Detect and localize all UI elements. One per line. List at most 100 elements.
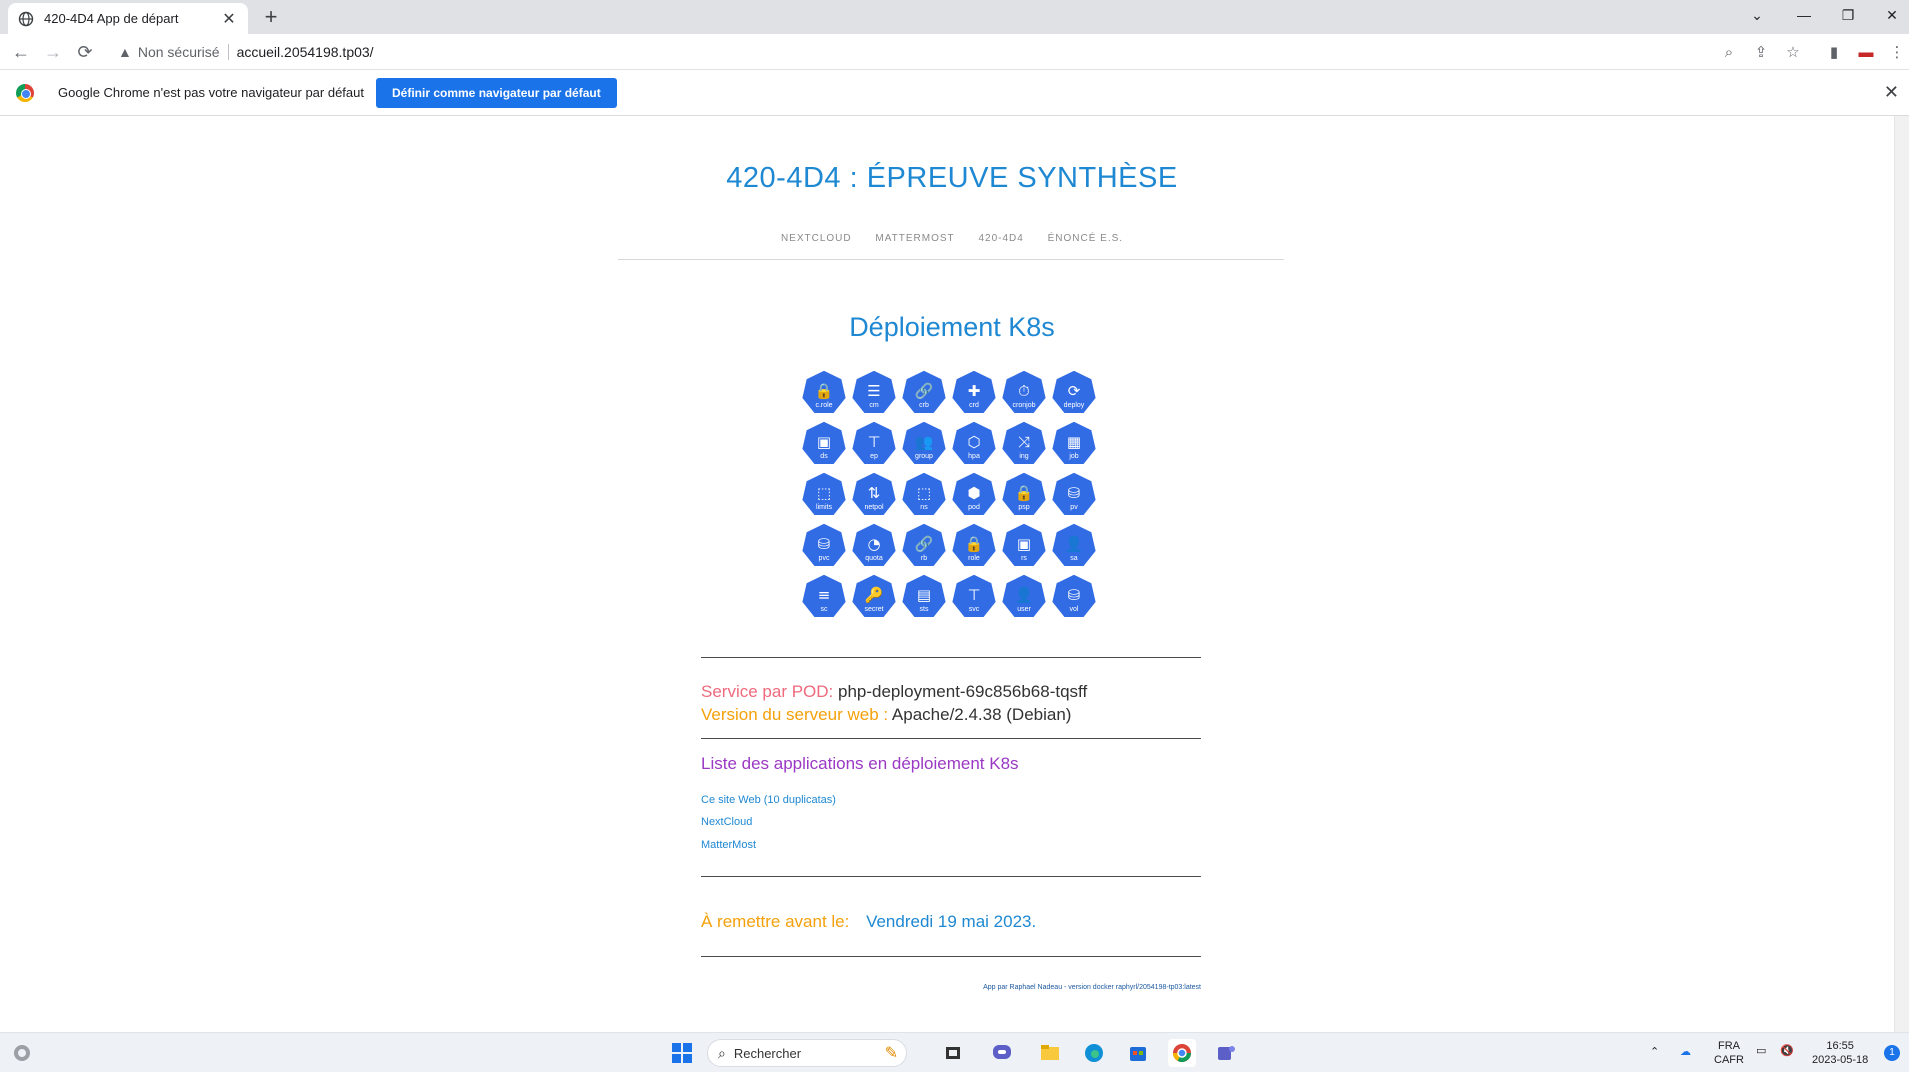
tab-search-icon[interactable]: ⌄: [1735, 0, 1779, 30]
menu-kebab-icon[interactable]: ⋮: [1887, 42, 1907, 62]
k8s-svc-icon: ⊤ svc: [950, 572, 998, 620]
app-link-nextcloud[interactable]: NextCloud: [701, 816, 752, 828]
nav-link-enonce[interactable]: ÉNONCÉ E.S.: [1048, 233, 1123, 244]
share-icon[interactable]: ⇪: [1751, 42, 1771, 62]
store-icon[interactable]: [1124, 1039, 1152, 1067]
k8s-icon-label: ns: [920, 504, 928, 511]
svg-text:⟳: ⟳: [1068, 382, 1081, 400]
k8s-crd-icon: ✚ crd: [950, 368, 998, 416]
teams-icon[interactable]: [1212, 1039, 1240, 1067]
forward-icon[interactable]: →: [40, 39, 66, 65]
nav-link-420-4d4[interactable]: 420-4D4: [978, 233, 1023, 244]
language-indicator[interactable]: FRA CAFR: [1714, 1039, 1744, 1067]
svg-text:⊤: ⊤: [967, 586, 980, 604]
k8s-icon-label: sts: [919, 606, 929, 613]
k8s-icon-label: c.role: [815, 402, 833, 409]
security-status[interactable]: Non sécurisé: [138, 44, 220, 60]
pod-info: Service par POD: php-deployment-69c856b6…: [701, 682, 1087, 702]
k8s-pod-icon: ⬢ pod: [950, 470, 998, 518]
page-scrollbar[interactable]: [1894, 116, 1909, 1032]
widgets-icon[interactable]: [8, 1039, 36, 1067]
edge-icon[interactable]: [1080, 1039, 1108, 1067]
footer-credit[interactable]: App par Raphael Nadeau - version docker …: [701, 984, 1201, 991]
svg-text:⛁: ⛁: [818, 535, 831, 553]
k8s-c-role-icon: 🔒 c.role: [800, 368, 848, 416]
file-explorer-icon[interactable]: [1036, 1039, 1064, 1067]
set-default-browser-button[interactable]: Définir comme navigateur par défaut: [376, 77, 617, 108]
k8s-icon-label: pod: [968, 504, 980, 511]
k8s-icon-label: rb: [920, 555, 928, 562]
globe-icon: [18, 11, 34, 27]
task-view-icon[interactable]: [939, 1039, 967, 1067]
k8s-icon-label: rs: [1021, 555, 1027, 562]
svg-text:▣: ▣: [1017, 535, 1031, 553]
window-close-icon[interactable]: ✕: [1870, 0, 1909, 30]
k8s-pvc-icon: ⛁ pvc: [800, 521, 848, 569]
start-windows-icon[interactable]: [668, 1039, 696, 1067]
svg-text:👤: 👤: [1015, 586, 1034, 604]
tray-overflow-icon[interactable]: ⌃: [1650, 1045, 1659, 1059]
site-nav: NEXTCLOUD MATTERMOST 420-4D4 ÉNONCÉ E.S.: [0, 233, 1904, 244]
svg-text:☰: ☰: [867, 382, 880, 400]
k8s-ep-icon: ⊤ ep: [850, 419, 898, 467]
teams-chat-icon[interactable]: [988, 1039, 1016, 1067]
tab-title: 420-4D4 App de départ: [44, 11, 179, 26]
volume-muted-icon[interactable]: 🔇: [1780, 1044, 1794, 1058]
k8s-icon-label: pvc: [818, 555, 830, 562]
taskbar-search[interactable]: ⌕ Rechercher ✎: [707, 1039, 907, 1067]
divider-1: [701, 657, 1201, 658]
k8s-icon-label: ing: [1019, 453, 1029, 460]
app-link-mattermost[interactable]: MatterMost: [701, 839, 756, 851]
nav-link-mattermost[interactable]: MATTERMOST: [875, 233, 954, 244]
nav-divider: [618, 259, 1284, 260]
k8s-icon-label: job: [1069, 453, 1079, 460]
k8s-netpol-icon: ⇅ netpol: [850, 470, 898, 518]
svg-text:⏱: ⏱: [1018, 382, 1030, 400]
browser-tab[interactable]: 420-4D4 App de départ ✕: [8, 3, 248, 34]
new-tab-button[interactable]: +: [258, 4, 284, 30]
clock[interactable]: 16:55 2023-05-18: [1812, 1039, 1868, 1067]
k8s-icon-label: crd: [969, 402, 979, 409]
minimize-icon[interactable]: —: [1782, 0, 1826, 30]
svg-text:▤: ▤: [917, 586, 931, 604]
network-icon[interactable]: ▭: [1756, 1044, 1766, 1058]
tab-close-icon[interactable]: ✕: [220, 9, 238, 29]
k8s-secret-icon: 🔑 secret: [850, 572, 898, 620]
extension-icon[interactable]: ▬: [1856, 42, 1876, 62]
infobar-close-icon[interactable]: ✕: [1884, 82, 1899, 103]
svg-text:⬚: ⬚: [917, 484, 931, 502]
svg-text:🔗: 🔗: [915, 381, 934, 400]
k8s-sa-icon: 👤 sa: [1050, 521, 1098, 569]
svg-text:⇅: ⇅: [868, 484, 881, 502]
section-heading: Déploiement K8s: [849, 312, 1055, 342]
warning-icon[interactable]: ▲: [118, 44, 132, 60]
restore-icon[interactable]: ❐: [1826, 0, 1870, 30]
notification-badge[interactable]: 1: [1884, 1045, 1900, 1061]
app-link-site[interactable]: Ce site Web (10 duplicatas): [701, 794, 836, 806]
k8s-icon-label: crb: [919, 402, 929, 409]
address-bar[interactable]: ▲ Non sécurisé accueil.2054198.tp03/: [108, 38, 1768, 66]
side-panel-icon[interactable]: ▮: [1824, 42, 1844, 62]
deadline: À remettre avant le: Vendredi 19 mai 202…: [701, 912, 1036, 932]
reload-icon[interactable]: ⟳: [72, 39, 98, 65]
k8s-role-icon: 🔒 role: [950, 521, 998, 569]
k8s-sc-icon: ≡ sc: [800, 572, 848, 620]
svg-text:≡: ≡: [818, 586, 831, 604]
nav-link-nextcloud[interactable]: NEXTCLOUD: [781, 233, 852, 244]
svg-text:👥: 👥: [915, 433, 934, 451]
k8s-icon-label: svc: [968, 606, 980, 613]
lang-code: FRA: [1717, 1040, 1740, 1052]
onedrive-icon[interactable]: ☁: [1680, 1045, 1691, 1059]
bookmark-star-icon[interactable]: ☆: [1783, 42, 1803, 62]
k8s-quota-icon: ◔ quota: [850, 521, 898, 569]
k8s-rb-icon: 🔗 rb: [900, 521, 948, 569]
svg-text:⊤: ⊤: [867, 433, 880, 451]
k8s-vol-icon: ⛁ vol: [1050, 572, 1098, 620]
back-icon[interactable]: ←: [8, 39, 34, 65]
clock-time: 16:55: [1826, 1040, 1854, 1052]
site-title[interactable]: 420-4D4 : ÉPREUVE SYNTHÈSE: [0, 162, 1904, 195]
zoom-icon[interactable]: ⌕: [1719, 42, 1739, 62]
url-text[interactable]: accueil.2054198.tp03/: [237, 44, 374, 60]
k8s-rs-icon: ▣ rs: [1000, 521, 1048, 569]
chrome-taskbar-icon[interactable]: [1168, 1039, 1196, 1067]
